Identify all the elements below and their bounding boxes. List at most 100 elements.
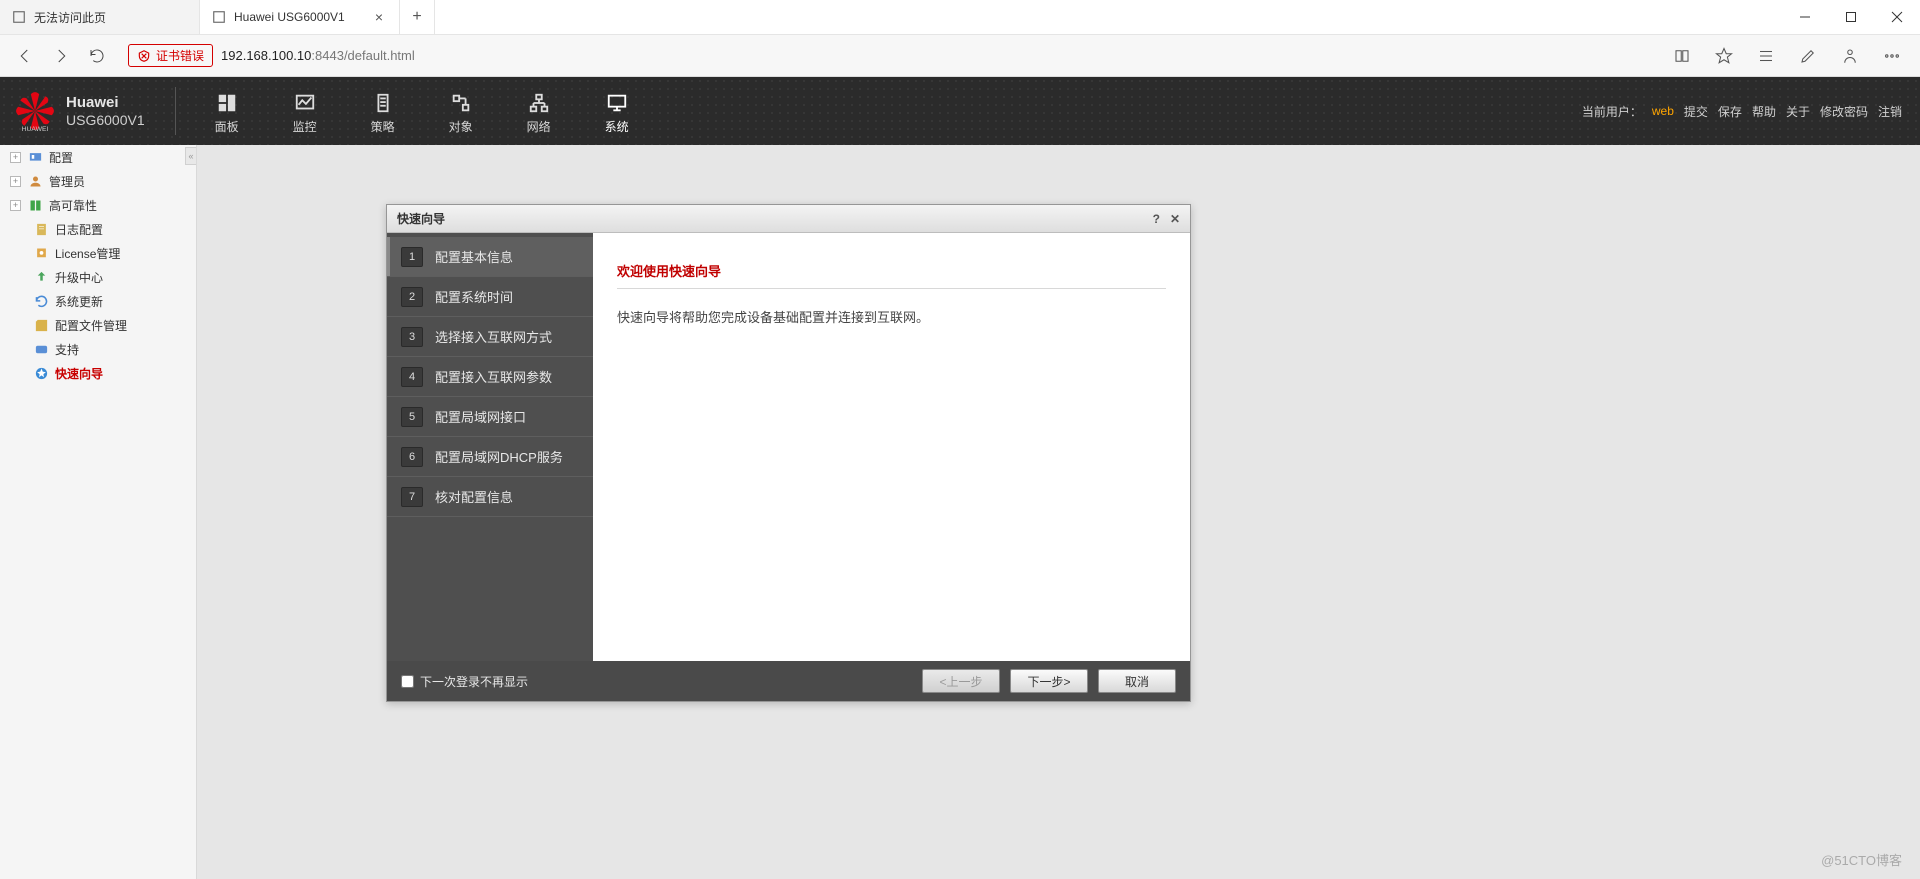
browser-tab[interactable]: 无法访问此页 [0, 0, 200, 34]
nav-label: 网络 [527, 118, 551, 135]
browser-tab-strip: 无法访问此页 Huawei USG6000V1 × + [0, 0, 1920, 35]
page-icon [212, 10, 226, 24]
config-icon [27, 149, 43, 165]
wizard-icon [33, 365, 49, 381]
step-label: 配置系统时间 [435, 287, 513, 306]
nav-system[interactable]: 系统 [578, 88, 656, 135]
expand-icon[interactable]: + [10, 176, 21, 187]
logout-link[interactable]: 注销 [1878, 103, 1902, 120]
dialog-title: 快速向导 [397, 210, 445, 227]
sidebar-item-admin[interactable]: + 管理员 [0, 169, 196, 193]
wizard-step[interactable]: 6 配置局域网DHCP服务 [387, 437, 593, 477]
network-icon [528, 92, 550, 114]
nav-network[interactable]: 网络 [500, 88, 578, 135]
sidebar-label: 高可靠性 [49, 197, 97, 214]
sidebar-item-config[interactable]: + 配置 [0, 145, 196, 169]
dialog-title-bar[interactable]: 快速向导 ? ✕ [387, 205, 1190, 233]
browser-tab[interactable]: Huawei USG6000V1 × [200, 0, 400, 34]
dont-show-again-input[interactable] [401, 675, 414, 688]
submit-link[interactable]: 提交 [1684, 103, 1708, 120]
policy-icon [372, 92, 394, 114]
sidebar-item-wizard[interactable]: 快速向导 [0, 361, 196, 385]
page-icon [12, 10, 26, 24]
wizard-step[interactable]: 2配置系统时间 [387, 277, 593, 317]
content-area: 快速向导 ? ✕ 1 配置基本信息 2配置系统时间 3选择接入互联网方式 4配置接… [197, 145, 1920, 879]
forward-button[interactable] [44, 39, 78, 73]
share-button[interactable] [1830, 39, 1870, 73]
expand-icon[interactable]: + [10, 200, 21, 211]
nav-label: 监控 [293, 118, 317, 135]
about-link[interactable]: 关于 [1786, 103, 1810, 120]
window-maximize-button[interactable] [1828, 0, 1874, 34]
ha-icon [27, 197, 43, 213]
sidebar-item-license[interactable]: License管理 [0, 241, 196, 265]
help-link[interactable]: 帮助 [1752, 103, 1776, 120]
sidebar-item-update[interactable]: 系统更新 [0, 289, 196, 313]
sidebar-collapse-button[interactable]: « [185, 147, 196, 165]
address-bar[interactable]: 192.168.100.10:8443/default.html [221, 48, 415, 63]
favorites-hub-button[interactable] [1746, 39, 1786, 73]
wizard-step[interactable]: 3选择接入互联网方式 [387, 317, 593, 357]
url-host: 192.168.100.10 [221, 48, 311, 63]
wizard-step[interactable]: 4配置接入互联网参数 [387, 357, 593, 397]
brand-model: USG6000V1 [66, 112, 145, 129]
sidebar-label: License管理 [55, 245, 120, 262]
notes-button[interactable] [1788, 39, 1828, 73]
step-label: 配置基本信息 [435, 247, 513, 266]
wizard-step[interactable]: 5配置局域网接口 [387, 397, 593, 437]
log-icon [33, 221, 49, 237]
wizard-footer: 下一次登录不再显示 <上一步 下一步> 取消 [387, 661, 1190, 701]
save-link[interactable]: 保存 [1718, 103, 1742, 120]
nav-label: 系统 [605, 118, 629, 135]
cert-error-badge[interactable]: 证书错误 [128, 44, 213, 67]
tab-label: 无法访问此页 [34, 9, 106, 26]
sidebar-item-upgrade[interactable]: 升级中心 [0, 265, 196, 289]
current-user-label: 当前用户： [1582, 103, 1642, 120]
step-number: 1 [401, 247, 423, 267]
window-close-button[interactable] [1874, 0, 1920, 34]
sidebar-item-support[interactable]: 支持 [0, 337, 196, 361]
huawei-logo-icon: HUAWEI [14, 90, 56, 132]
header-actions: 当前用户：web 提交 保存 帮助 关于 修改密码 注销 [1582, 103, 1920, 120]
sidebar-label: 管理员 [49, 173, 85, 190]
sidebar-item-cfgfile[interactable]: 配置文件管理 [0, 313, 196, 337]
reading-view-button[interactable] [1662, 39, 1702, 73]
dont-show-again-checkbox[interactable]: 下一次登录不再显示 [401, 673, 528, 690]
step-label: 核对配置信息 [435, 487, 513, 506]
step-number: 7 [401, 487, 423, 507]
nav-policy[interactable]: 策略 [344, 88, 422, 135]
expand-icon[interactable]: + [10, 152, 21, 163]
app-header: HUAWEI Huawei USG6000V1 面板 监控 策略 对象 网络 [0, 77, 1920, 145]
wizard-step[interactable]: 1 配置基本信息 [387, 237, 593, 277]
nav-dashboard[interactable]: 面板 [188, 88, 266, 135]
more-button[interactable] [1872, 39, 1912, 73]
back-button[interactable] [8, 39, 42, 73]
wizard-step[interactable]: 7 核对配置信息 [387, 477, 593, 517]
close-tab-button[interactable]: × [371, 9, 387, 25]
sidebar-label: 支持 [55, 341, 79, 358]
favorite-button[interactable] [1704, 39, 1744, 73]
window-minimize-button[interactable] [1782, 0, 1828, 34]
tab-label: Huawei USG6000V1 [234, 10, 345, 24]
nav-object[interactable]: 对象 [422, 88, 500, 135]
change-password-link[interactable]: 修改密码 [1820, 103, 1868, 120]
dialog-close-button[interactable]: ✕ [1170, 212, 1180, 226]
sidebar-item-log[interactable]: 日志配置 [0, 217, 196, 241]
step-number: 6 [401, 447, 423, 467]
new-tab-button[interactable]: + [400, 0, 435, 34]
cancel-button[interactable]: 取消 [1098, 669, 1176, 693]
system-icon [606, 92, 628, 114]
dialog-help-button[interactable]: ? [1153, 212, 1160, 226]
watermark: @51CTO博客 [1821, 850, 1902, 869]
admin-icon [27, 173, 43, 189]
nav-label: 面板 [215, 118, 239, 135]
cfgfile-icon [33, 317, 49, 333]
step-label: 配置局域网DHCP服务 [435, 447, 563, 466]
sidebar-item-ha[interactable]: + 高可靠性 [0, 193, 196, 217]
sidebar: « + 配置 + 管理员 + 高可靠性 日志配置 License管理 升级中心 [0, 145, 197, 879]
sidebar-label: 日志配置 [55, 221, 103, 238]
refresh-button[interactable] [80, 39, 114, 73]
next-step-button[interactable]: 下一步> [1010, 669, 1088, 693]
monitor-icon [294, 92, 316, 114]
nav-monitor[interactable]: 监控 [266, 88, 344, 135]
